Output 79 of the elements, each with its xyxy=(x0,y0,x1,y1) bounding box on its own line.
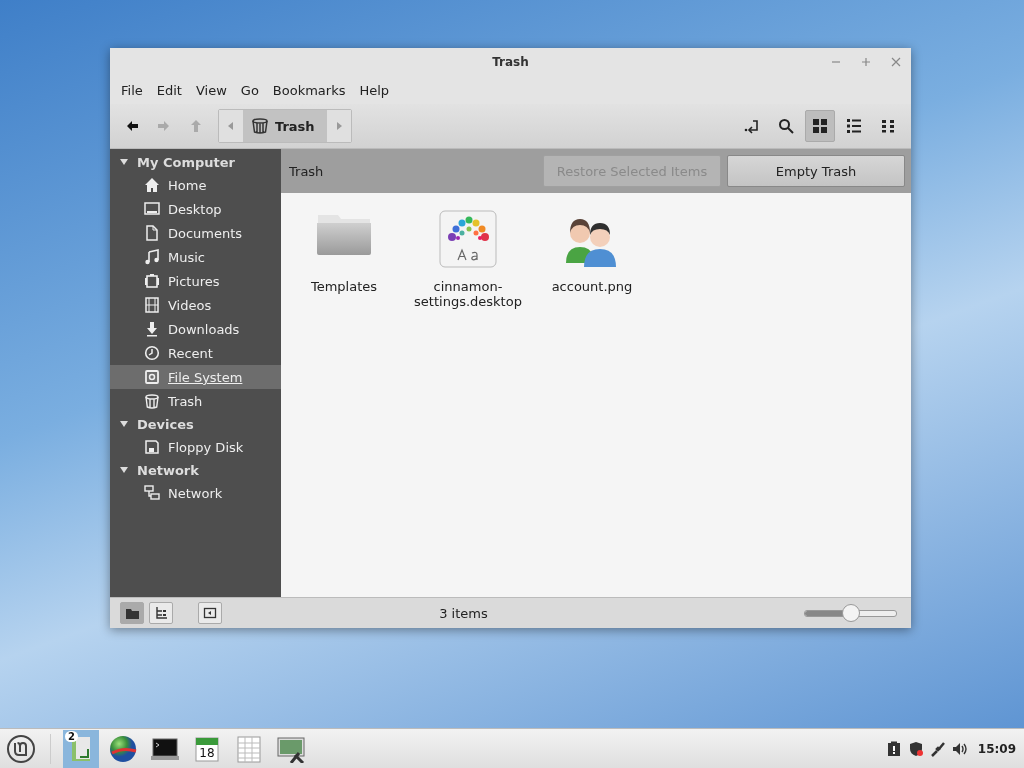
expanded-triangle-icon[interactable] xyxy=(119,157,129,167)
sidebar-item[interactable]: Floppy Disk xyxy=(110,435,281,459)
sidebar-item[interactable]: Downloads xyxy=(110,317,281,341)
sidebar-item[interactable]: File System xyxy=(110,365,281,389)
sidebar-item[interactable]: Pictures xyxy=(110,269,281,293)
calendar-icon xyxy=(193,735,221,763)
expanded-triangle-icon[interactable] xyxy=(119,419,129,429)
file-name[interactable]: Templates xyxy=(289,279,399,294)
sidebar-item[interactable]: Videos xyxy=(110,293,281,317)
taskbar-launcher[interactable]: 2 xyxy=(63,730,99,768)
sidebar-item[interactable]: Recent xyxy=(110,341,281,365)
icon-view-button[interactable] xyxy=(805,110,835,142)
music-note-icon xyxy=(144,249,160,265)
section-header[interactable]: My Computer xyxy=(110,151,281,173)
panel-toggle-icon xyxy=(203,606,217,620)
volume-icon[interactable] xyxy=(951,741,968,757)
item-count: 3 items xyxy=(438,605,489,621)
taskbar-launcher[interactable]: 18 xyxy=(189,730,225,768)
sidebar-item[interactable]: Desktop xyxy=(110,197,281,221)
monitor-tools-icon xyxy=(277,735,305,763)
sidebar-item[interactable]: Trash xyxy=(110,389,281,413)
search-icon xyxy=(778,118,794,134)
shield-icon[interactable] xyxy=(907,741,924,757)
film-strip-icon xyxy=(144,297,160,313)
menu-item[interactable]: File xyxy=(114,82,150,98)
clipboard-icon[interactable] xyxy=(885,741,902,757)
menu-item[interactable]: Edit xyxy=(149,82,189,98)
caret-right-icon xyxy=(335,122,342,130)
network-cable-icon[interactable] xyxy=(929,741,946,757)
window-count-badge: 2 xyxy=(65,731,78,742)
icon-view-icon xyxy=(812,118,828,134)
menu-item[interactable]: Help xyxy=(352,82,397,98)
trash-icon xyxy=(251,117,269,135)
terminal-icon xyxy=(151,735,179,763)
up-arrow-icon xyxy=(189,119,203,133)
places-pane-button[interactable] xyxy=(120,602,144,624)
sidebar-item[interactable]: Home xyxy=(110,173,281,197)
globe-icon xyxy=(109,735,137,763)
action-button[interactable]: Empty Trash xyxy=(727,155,905,187)
menu-item[interactable]: Go xyxy=(233,82,266,98)
clock[interactable]: 15:09 xyxy=(977,742,1016,756)
monitor-icon xyxy=(144,201,160,217)
close-icon[interactable] xyxy=(891,57,901,67)
network-computers-icon xyxy=(144,485,160,501)
disk-drive-icon xyxy=(144,369,160,385)
home-icon xyxy=(144,177,160,193)
picture-frame-icon xyxy=(144,273,160,289)
location-title: Trash xyxy=(289,163,324,179)
list-view-icon xyxy=(846,118,862,134)
path-button[interactable]: Trash xyxy=(243,110,327,142)
return-arrow-icon xyxy=(744,118,760,134)
section-header[interactable]: Network xyxy=(110,459,281,481)
expanded-triangle-icon[interactable] xyxy=(119,465,129,475)
file-name[interactable]: cinnamon-settings.desktop xyxy=(413,279,523,309)
start-menu-button[interactable] xyxy=(4,732,38,766)
file-name[interactable]: account.png xyxy=(537,279,647,294)
settings-app-icon xyxy=(438,209,498,269)
sidebar-item[interactable]: Music xyxy=(110,245,281,269)
calendar-day: 18 xyxy=(189,746,225,760)
compact-view-icon xyxy=(880,118,896,134)
document-icon xyxy=(144,225,160,241)
tree-icon xyxy=(154,606,168,620)
sidebar-item[interactable]: Network xyxy=(110,481,281,505)
menu-item[interactable]: View xyxy=(188,82,234,98)
sidebar-item[interactable]: Documents xyxy=(110,221,281,245)
caret-left-icon xyxy=(228,122,234,130)
clock-icon xyxy=(144,345,160,361)
forward-arrow-icon xyxy=(157,119,171,133)
section-header[interactable]: Devices xyxy=(110,413,281,435)
folder-icon xyxy=(125,606,139,620)
download-arrow-icon xyxy=(144,321,160,337)
menu-item[interactable]: Bookmarks xyxy=(265,82,353,98)
mint-logo-icon xyxy=(6,734,36,764)
back-arrow-icon xyxy=(125,119,139,133)
spreadsheet-icon xyxy=(235,735,263,763)
window-title: Trash xyxy=(492,55,529,69)
trash-icon xyxy=(144,393,160,409)
sidebar-toggle-button[interactable] xyxy=(198,602,222,624)
tree-pane-button[interactable] xyxy=(149,602,173,624)
